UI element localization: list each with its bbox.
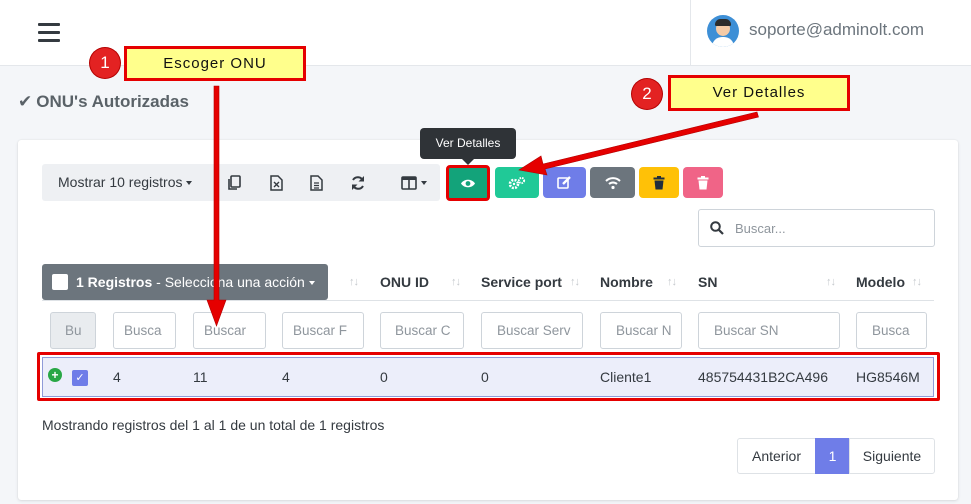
search-icon [710, 221, 724, 235]
filter-input[interactable]: Buscar C [380, 312, 464, 349]
step-1-callout: Escoger ONU [124, 46, 306, 81]
columns-icon [401, 175, 417, 190]
step-2-callout: Ver Detalles [668, 75, 850, 111]
filter-input[interactable]: Busca [113, 312, 176, 349]
copy-button[interactable] [214, 164, 254, 201]
bulk-action-label: - Selecciona una acción [152, 274, 305, 290]
filter-input[interactable]: Busca [856, 312, 927, 349]
refresh-button[interactable] [338, 164, 378, 201]
caret-down-icon [308, 281, 315, 286]
trash-icon [653, 175, 665, 189]
hamburger-menu-icon[interactable] [38, 23, 60, 43]
row-highlight-annotation [37, 352, 940, 401]
header-service-port[interactable]: Service port [481, 274, 562, 290]
caret-down-icon [421, 180, 427, 185]
caret-down-icon [186, 181, 193, 186]
file-text-icon [309, 174, 323, 191]
trash-icon [697, 175, 709, 189]
header-modelo[interactable]: Modelo [856, 274, 905, 290]
wifi-icon [604, 176, 621, 189]
filter-reset-button[interactable]: Bu [50, 312, 96, 349]
search-input[interactable] [735, 218, 925, 238]
user-email: soporte@adminolt.com [749, 20, 925, 39]
delete-button[interactable] [639, 167, 679, 198]
sort-icon[interactable]: ↑↓ [667, 276, 677, 288]
sort-icon[interactable]: ↑↓ [451, 276, 461, 288]
filter-input[interactable]: Buscar N [600, 312, 682, 349]
sort-icon[interactable]: ↑↓ [570, 276, 580, 288]
show-records-label: Mostrar 10 registros [58, 174, 183, 190]
select-all-checkbox[interactable] [52, 274, 68, 290]
column-visibility-button[interactable] [388, 164, 440, 201]
user-menu[interactable]: soporte@adminolt.com [690, 0, 971, 66]
filter-input[interactable]: Buscar F [282, 312, 364, 349]
step-1-badge: 1 [90, 48, 120, 78]
sort-icon[interactable]: ↑↓ [912, 276, 922, 288]
excel-button[interactable] [256, 164, 296, 201]
step-2-badge: 2 [632, 79, 662, 109]
filter-input[interactable]: Buscar [193, 312, 266, 349]
eye-icon [461, 179, 475, 187]
page-title: ✔ ONU's Autorizadas [18, 92, 189, 112]
user-avatar [707, 15, 739, 47]
header-nombre[interactable]: Nombre [600, 274, 653, 290]
edit-icon [557, 176, 571, 189]
bulk-action-dropdown[interactable]: 1 Registros - Selecciona una acción [42, 264, 328, 300]
search-box [698, 209, 935, 247]
page-title-text: ONU's Autorizadas [36, 92, 189, 111]
sort-icon[interactable]: ↑↓ [826, 276, 836, 288]
delete-permanent-button[interactable] [683, 167, 723, 198]
pagination-next[interactable]: Siguiente [849, 438, 935, 474]
sort-icon[interactable]: ↑↓ [349, 276, 359, 288]
pagination-page-1[interactable]: 1 [815, 438, 850, 474]
pagination-previous[interactable]: Anterior [737, 438, 816, 474]
csv-button[interactable] [296, 164, 336, 201]
view-details-tooltip: Ver Detalles [420, 128, 516, 165]
header-sn[interactable]: SN [698, 274, 717, 290]
edit-button[interactable] [543, 167, 586, 198]
view-details-button[interactable] [446, 165, 490, 201]
cogs-icon [508, 176, 526, 189]
header-divider [42, 300, 934, 301]
refresh-icon [352, 175, 364, 190]
configure-button[interactable] [495, 167, 539, 198]
signal-button[interactable] [590, 167, 635, 198]
filter-input[interactable]: Buscar SN [698, 312, 840, 349]
header-onu-id[interactable]: ONU ID [380, 274, 429, 290]
show-records-dropdown[interactable]: Mostrar 10 registros [42, 164, 212, 201]
bulk-count: 1 Registros [76, 274, 153, 290]
records-info: Mostrando registros del 1 al 1 de un tot… [42, 417, 385, 433]
file-excel-icon [269, 174, 283, 191]
filter-input[interactable]: Buscar Serv [481, 312, 583, 349]
check-icon: ✔ [18, 92, 33, 111]
copy-icon [228, 174, 241, 190]
